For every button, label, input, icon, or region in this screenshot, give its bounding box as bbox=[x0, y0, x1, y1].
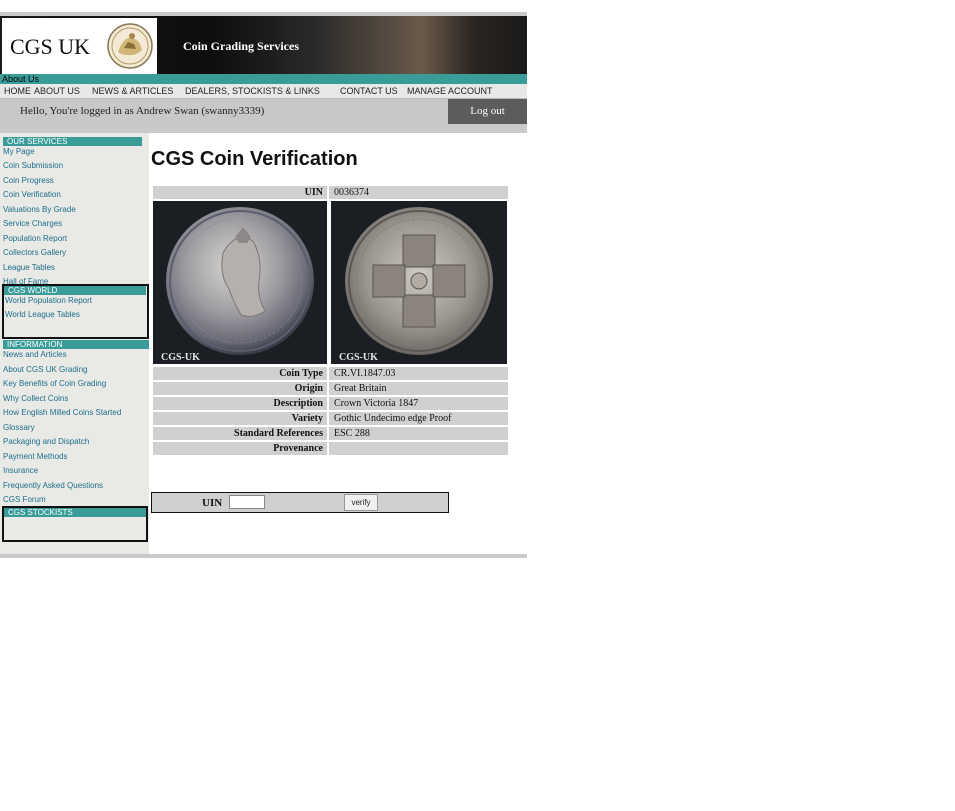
logout-button[interactable]: Log out bbox=[448, 99, 527, 124]
sidebar-item-world-league-tables[interactable]: World League Tables bbox=[5, 310, 80, 319]
detail-label: Variety bbox=[153, 412, 327, 425]
detail-value: Crown Victoria 1847 bbox=[329, 397, 508, 410]
uin-label: UIN bbox=[153, 186, 327, 199]
sidebar-item-population-report[interactable]: Population Report bbox=[3, 234, 67, 243]
header-banner: CGS UK Coin Grading Services bbox=[0, 16, 527, 74]
detail-label: Standard References bbox=[153, 427, 327, 440]
sidebar: OUR SERVICES My Page Coin Submission Coi… bbox=[0, 133, 149, 554]
verify-form: UIN verify bbox=[151, 492, 449, 513]
nav-dealers-stockists-links[interactable]: DEALERS, STOCKISTS & LINKS bbox=[185, 86, 320, 96]
login-message: Hello, You're logged in as Andrew Swan (… bbox=[20, 105, 265, 117]
sidebar-heading-world: CGS WORLD bbox=[4, 286, 146, 295]
page-title: CGS Coin Verification bbox=[151, 148, 358, 170]
sidebar-heading-services: OUR SERVICES bbox=[3, 137, 142, 146]
site-title: Coin Grading Services bbox=[183, 39, 299, 53]
teal-divider bbox=[0, 74, 527, 84]
nav-manage-account[interactable]: MANAGE ACCOUNT bbox=[407, 86, 493, 96]
sidebar-item-about-cgs-grading[interactable]: About CGS UK Grading bbox=[3, 365, 87, 374]
sidebar-item-my-page[interactable]: My Page bbox=[3, 147, 35, 156]
logo-text: CGS UK bbox=[10, 34, 91, 59]
coin-obverse-image: CGS-UK bbox=[153, 201, 327, 364]
breadcrumb: About Us bbox=[2, 74, 40, 84]
coin-reverse-image: CGS-UK bbox=[331, 201, 507, 364]
detail-value: CR.VI.1847.03 bbox=[329, 367, 508, 380]
verify-uin-label: UIN bbox=[202, 497, 223, 509]
sidebar-item-how-milled-coins-started[interactable]: How English Milled Coins Started bbox=[3, 408, 121, 417]
detail-value: Great Britain bbox=[329, 382, 508, 395]
detail-label: Provenance bbox=[153, 442, 327, 455]
sidebar-heading-stockists: CGS STOCKISTS bbox=[4, 508, 146, 517]
uin-input[interactable] bbox=[229, 495, 265, 509]
sidebar-item-glossary[interactable]: Glossary bbox=[3, 423, 35, 432]
spacer bbox=[0, 124, 527, 133]
nav-about-us[interactable]: ABOUT US bbox=[34, 86, 80, 96]
table-row: Standard References ESC 288 bbox=[153, 427, 508, 440]
table-row: Coin Type CR.VI.1847.03 bbox=[153, 367, 508, 380]
detail-value bbox=[329, 442, 508, 455]
main-content: CGS Coin Verification UIN 0036374 CGS-UK… bbox=[149, 133, 527, 554]
nav-news-articles[interactable]: NEWS & ARTICLES bbox=[92, 86, 173, 96]
coin-obverse-icon bbox=[166, 207, 314, 355]
coin-reverse-icon bbox=[345, 207, 493, 355]
detail-value: Gothic Undecimo edge Proof bbox=[329, 412, 508, 425]
logo[interactable]: CGS UK bbox=[2, 18, 157, 74]
sidebar-item-why-collect-coins[interactable]: Why Collect Coins bbox=[3, 394, 68, 403]
sidebar-item-league-tables[interactable]: League Tables bbox=[3, 263, 55, 272]
sidebar-item-insurance[interactable]: Insurance bbox=[3, 466, 38, 475]
sidebar-item-key-benefits[interactable]: Key Benefits of Coin Grading bbox=[3, 379, 106, 388]
table-row: Description Crown Victoria 1847 bbox=[153, 397, 508, 410]
login-status-bar: Hello, You're logged in as Andrew Swan (… bbox=[0, 99, 527, 124]
obverse-watermark: CGS-UK bbox=[161, 352, 200, 363]
table-row: Provenance bbox=[153, 442, 508, 455]
table-row: Variety Gothic Undecimo edge Proof bbox=[153, 412, 508, 425]
sidebar-item-news-articles[interactable]: News and Articles bbox=[3, 350, 67, 359]
footer-divider bbox=[0, 554, 527, 558]
table-row-uin: UIN 0036374 bbox=[153, 186, 508, 199]
detail-label: Origin bbox=[153, 382, 327, 395]
table-row: Origin Great Britain bbox=[153, 382, 508, 395]
sidebar-item-valuations-by-grade[interactable]: Valuations By Grade bbox=[3, 205, 76, 214]
sidebar-item-coin-verification[interactable]: Coin Verification bbox=[3, 190, 61, 199]
sidebar-heading-information: INFORMATION bbox=[3, 340, 149, 349]
sovereign-emblem-icon bbox=[107, 23, 153, 69]
detail-label: Description bbox=[153, 397, 327, 410]
reverse-watermark: CGS-UK bbox=[339, 352, 378, 363]
sidebar-item-coin-submission[interactable]: Coin Submission bbox=[3, 161, 63, 170]
uin-value: 0036374 bbox=[329, 186, 508, 199]
sidebar-item-cgs-forum[interactable]: CGS Forum bbox=[3, 495, 46, 504]
detail-label: Coin Type bbox=[153, 367, 327, 380]
sidebar-item-collectors-gallery[interactable]: Collectors Gallery bbox=[3, 248, 66, 257]
sidebar-item-service-charges[interactable]: Service Charges bbox=[3, 219, 62, 228]
verify-button[interactable]: verify bbox=[344, 494, 378, 511]
sidebar-item-world-population-report[interactable]: World Population Report bbox=[5, 296, 92, 305]
top-nav: HOME ABOUT US NEWS & ARTICLES DEALERS, S… bbox=[0, 84, 527, 98]
sidebar-item-packaging-dispatch[interactable]: Packaging and Dispatch bbox=[3, 437, 89, 446]
detail-value: ESC 288 bbox=[329, 427, 508, 440]
sidebar-item-coin-progress[interactable]: Coin Progress bbox=[3, 176, 54, 185]
sidebar-item-payment-methods[interactable]: Payment Methods bbox=[3, 452, 67, 461]
nav-contact-us[interactable]: CONTACT US bbox=[340, 86, 398, 96]
page-frame: CGS UK Coin Grading Services About Us HO… bbox=[0, 12, 527, 558]
nav-home[interactable]: HOME bbox=[4, 86, 31, 96]
sidebar-item-faq[interactable]: Frequently Asked Questions bbox=[3, 481, 103, 490]
